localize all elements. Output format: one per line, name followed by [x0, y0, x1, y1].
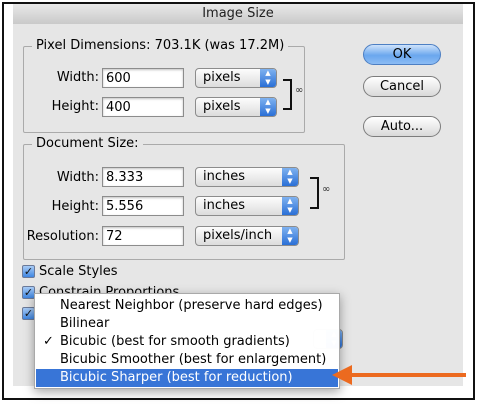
- pixel-height-label: Height:: [51, 99, 99, 114]
- pixel-height-input[interactable]: 400: [102, 97, 184, 117]
- select-arrows-icon: ▲▼: [282, 168, 298, 186]
- resample-method-menu: Nearest Neighbor (preserve hard edges) B…: [34, 293, 340, 389]
- menu-item-bicubic[interactable]: ✓ Bicubic (best for smooth gradients): [36, 333, 338, 351]
- pixel-height-unit-select[interactable]: pixels ▲ ▼: [195, 97, 277, 117]
- doc-height-input[interactable]: 5.556: [102, 196, 184, 216]
- select-arrows-icon: ▲▼: [282, 197, 298, 215]
- pixel-link-bracket: [283, 79, 292, 110]
- ok-button[interactable]: OK: [363, 44, 441, 65]
- menu-item-bicubic-smoother[interactable]: Bicubic Smoother (best for enlargement): [36, 351, 338, 369]
- pixel-dimensions-legend: Pixel Dimensions: 703.1K (was 17.2M): [32, 38, 289, 53]
- resolution-unit-select[interactable]: pixels/inch ▲ ▼: [195, 226, 299, 246]
- doc-width-input[interactable]: 8.333: [102, 167, 184, 187]
- pixel-dimensions-title: Pixel Dimensions:: [36, 38, 151, 53]
- menu-item-bicubic-label: Bicubic (best for smooth gradients): [60, 334, 290, 349]
- doc-width-unit-label: inches: [203, 169, 246, 184]
- window-title: Image Size: [13, 4, 463, 25]
- doc-height-unit-select[interactable]: inches ▲ ▼: [195, 196, 299, 216]
- auto-button[interactable]: Auto...: [363, 116, 441, 137]
- resolution-input[interactable]: 72: [102, 226, 184, 246]
- doc-height-label: Height:: [51, 199, 99, 214]
- chain-link-icon: ∞: [295, 85, 304, 96]
- resolution-label: Resolution:: [26, 229, 99, 244]
- checkmark-icon: ✓: [43, 334, 54, 349]
- pixel-dimensions-group: [23, 46, 305, 133]
- annotation-arrow-shaft: [350, 373, 466, 377]
- pixel-width-label: Width:: [56, 70, 99, 85]
- select-arrows-icon: ▲▼: [260, 69, 276, 87]
- scale-styles-label: Scale Styles: [39, 264, 118, 279]
- chain-link-icon: ∞: [322, 184, 331, 195]
- menu-item-bicubic-sharper[interactable]: Bicubic Sharper (best for reduction): [36, 369, 338, 387]
- doc-width-label: Width:: [56, 170, 99, 185]
- pixel-height-unit-label: pixels: [203, 99, 241, 114]
- pixel-width-unit-label: pixels: [203, 70, 241, 85]
- resolution-unit-label: pixels/inch: [203, 228, 273, 243]
- scale-styles-checkbox[interactable]: ✓: [22, 265, 35, 278]
- select-arrows-icon: ▲▼: [260, 98, 276, 116]
- annotation-arrow-icon: [332, 365, 352, 385]
- document-size-legend: Document Size:: [32, 136, 143, 151]
- doc-height-unit-label: inches: [203, 198, 246, 213]
- menu-item-bilinear[interactable]: Bilinear: [36, 315, 338, 333]
- menu-item-nearest-neighbor[interactable]: Nearest Neighbor (preserve hard edges): [36, 297, 338, 315]
- pixel-width-unit-select[interactable]: pixels ▲ ▼: [195, 68, 277, 88]
- select-arrows-icon: ▲▼: [282, 227, 298, 245]
- pixel-dimensions-size: 703.1K (was 17.2M): [154, 38, 285, 53]
- doc-width-unit-select[interactable]: inches ▲ ▼: [195, 167, 299, 187]
- cancel-button[interactable]: Cancel: [363, 76, 441, 97]
- pixel-width-input[interactable]: 600: [102, 68, 184, 88]
- doc-link-bracket: [310, 177, 319, 209]
